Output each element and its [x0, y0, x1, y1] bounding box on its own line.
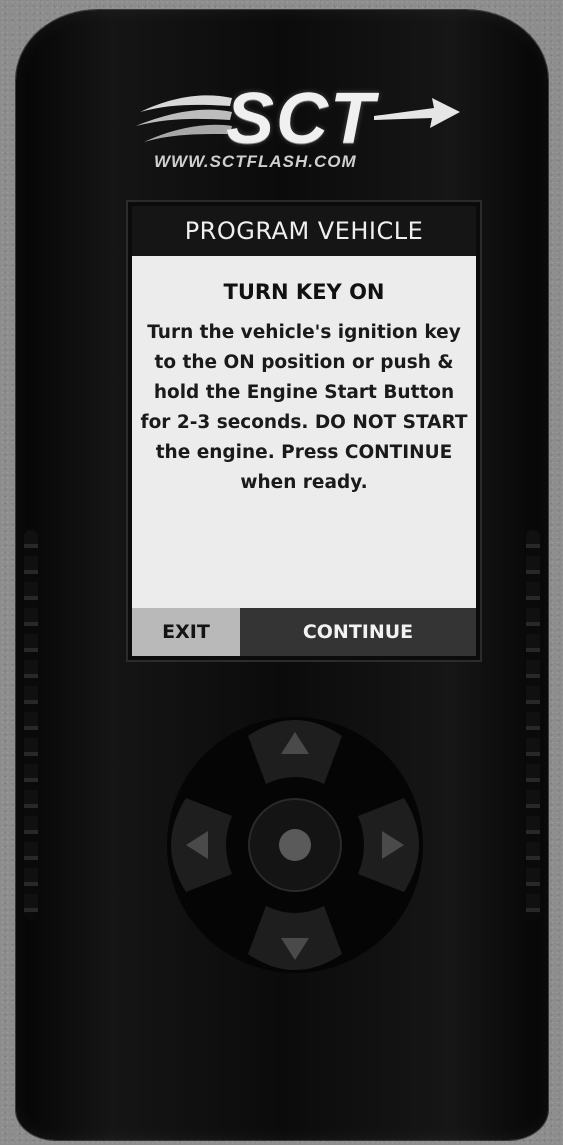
exit-button[interactable]: EXIT [132, 608, 240, 656]
message-line: for 2-3 seconds. DO NOT START [140, 412, 468, 433]
flame-icon [136, 95, 232, 142]
instruction-message: Turn the vehicle's ignition key to the O… [140, 318, 468, 498]
message-line: Turn the vehicle's ignition key [147, 322, 461, 343]
dpad-left-button[interactable] [172, 796, 236, 896]
arrow-right-logo-icon [374, 98, 460, 128]
directional-pad [164, 710, 426, 980]
screen-bezel: PROGRAM VEHICLE TURN KEY ON Turn the veh… [126, 200, 482, 662]
device-screen: PROGRAM VEHICLE TURN KEY ON Turn the veh… [132, 206, 476, 656]
sct-device: SCT WWW.SCTFLASH.COM PROGRAM VEHICLE TUR… [16, 10, 548, 1140]
message-line: hold the Engine Start Button [153, 382, 455, 403]
screen-heading: TURN KEY ON [223, 280, 385, 304]
message-line: the engine. Press CONTINUE [155, 442, 453, 463]
message-line: to the ON position or push & [154, 352, 454, 373]
screen-title: PROGRAM VEHICLE [132, 206, 476, 256]
dpad-up-button[interactable] [246, 716, 346, 780]
dpad-right-button[interactable] [354, 796, 418, 896]
screen-footer: EXIT CONTINUE [132, 608, 476, 656]
dpad-select-button[interactable] [256, 806, 336, 886]
logo-wordmark: SCT [226, 79, 376, 159]
brand-url: WWW.SCTFLASH.COM [154, 152, 357, 171]
sct-logo: SCT WWW.SCTFLASH.COM [116, 72, 476, 182]
side-grip-right [526, 530, 540, 920]
side-grip-left [24, 530, 38, 920]
continue-button[interactable]: CONTINUE [240, 608, 476, 656]
dpad-down-button[interactable] [246, 910, 346, 974]
message-line: when ready. [240, 472, 368, 493]
